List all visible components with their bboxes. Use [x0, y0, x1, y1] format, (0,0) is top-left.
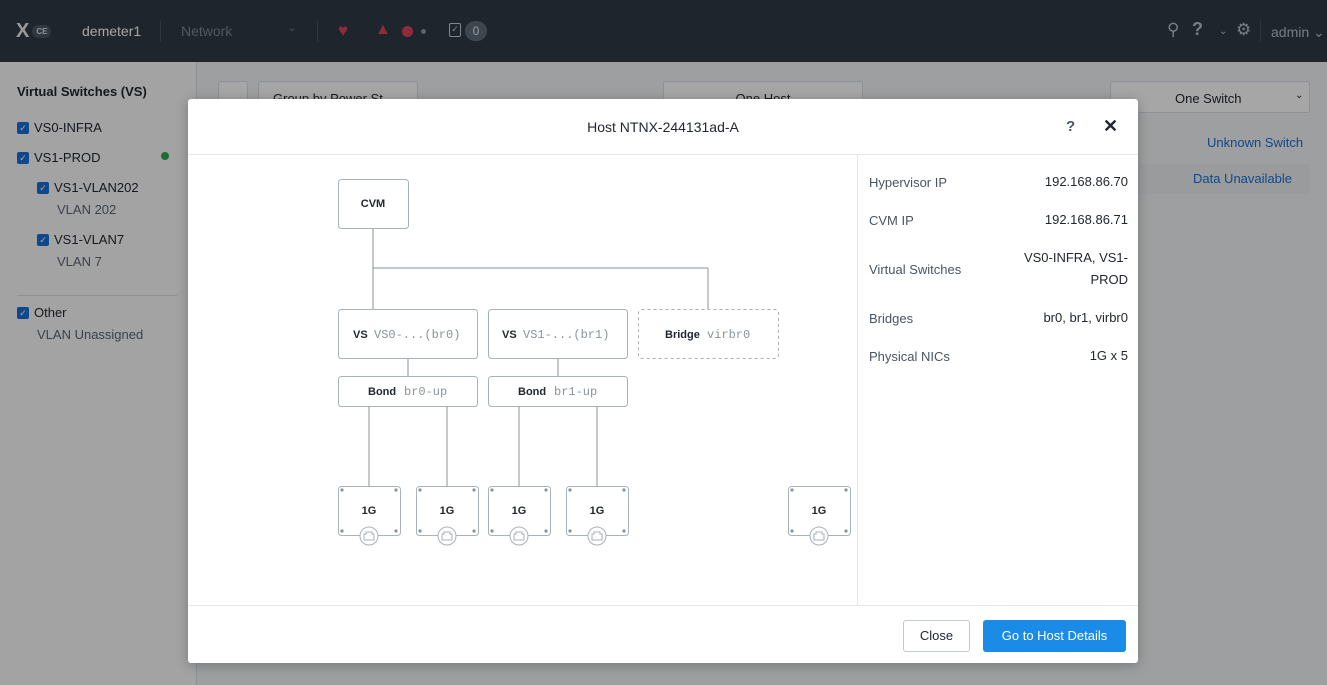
switch-node-vs0[interactable]: VS VS0-...(br0) [338, 309, 478, 359]
nic-speed-label: 1G [590, 505, 605, 517]
physical-nics: 1G 1G 1G 1G 1G [338, 486, 851, 546]
ethernet-port-icon [359, 526, 379, 546]
prop-value-hypervisor-ip: 192.168.86.70 [1044, 174, 1128, 189]
prop-label-bridges: Bridges [869, 311, 914, 326]
modal-header: Host NTNX-244131ad-A ? ✕ [188, 99, 1138, 155]
bridge-node-virbr0[interactable]: Bridge virbr0 [638, 309, 779, 359]
bridge-name-label: virbr0 [707, 328, 750, 342]
close-icon[interactable]: ✕ [1103, 116, 1118, 137]
nic-card[interactable]: 1G [566, 486, 629, 546]
bond-name-label: br0-up [404, 385, 447, 399]
bond-kind-label: Bond [518, 386, 546, 398]
close-button[interactable]: Close [903, 620, 970, 652]
nic-speed-label: 1G [362, 505, 377, 517]
nic-card[interactable]: 1G [488, 486, 551, 546]
cvm-node[interactable]: CVM [338, 179, 409, 229]
ethernet-port-icon [587, 526, 607, 546]
ethernet-port-icon [809, 526, 829, 546]
nic-card[interactable]: 1G [788, 486, 851, 546]
prop-value-physical-nics: 1G x 5 [1089, 348, 1128, 363]
prop-value-virtual-switches: VS0-INFRA, VS1-PROD [1023, 250, 1128, 287]
prop-label-hypervisor-ip: Hypervisor IP [869, 175, 948, 190]
host-network-diagram: CVM VS VS0-...(br0) VS VS1-...(br1) Brid… [188, 155, 857, 605]
nic-speed-label: 1G [440, 505, 455, 517]
bond-name-label: br1-up [554, 385, 597, 399]
host-properties-panel: Hypervisor IP 192.168.86.70 CVM IP 192.1… [857, 155, 1138, 605]
switch-name-label: VS1-...(br1) [523, 328, 609, 342]
switch-kind-label: VS [353, 329, 368, 341]
help-icon[interactable]: ? [1066, 118, 1075, 135]
ethernet-port-icon [437, 526, 457, 546]
ethernet-port-icon [509, 526, 529, 546]
nic-card[interactable]: 1G [338, 486, 401, 546]
switch-kind-label: VS [502, 329, 517, 341]
bond-kind-label: Bond [368, 386, 396, 398]
prop-value-cvm-ip: 192.168.86.71 [1044, 212, 1128, 227]
nic-card[interactable]: 1G [416, 486, 479, 546]
modal-footer: Close Go to Host Details [188, 605, 1138, 663]
go-to-host-details-button[interactable]: Go to Host Details [983, 620, 1126, 652]
nic-speed-label: 1G [812, 505, 827, 517]
prop-value-bridges: br0, br1, virbr0 [1043, 310, 1128, 325]
modal-title: Host NTNX-244131ad-A [587, 119, 739, 135]
bond-node-br1-up[interactable]: Bond br1-up [488, 376, 628, 407]
prop-label-virtual-switches: Virtual Switches [869, 262, 962, 277]
bond-node-br0-up[interactable]: Bond br0-up [338, 376, 478, 407]
bridge-kind-label: Bridge [665, 329, 700, 341]
nic-speed-label: 1G [512, 505, 527, 517]
prop-label-physical-nics: Physical NICs [869, 349, 950, 364]
prop-label-cvm-ip: CVM IP [869, 213, 914, 228]
switch-name-label: VS0-...(br0) [374, 328, 460, 342]
cvm-label: CVM [361, 198, 385, 210]
network-topology-svg: CVM VS VS0-...(br0) VS VS1-...(br1) Brid… [338, 179, 851, 546]
host-details-modal: Host NTNX-244131ad-A ? ✕ CVM VS VS0-...(… [188, 99, 1138, 663]
switch-node-vs1[interactable]: VS VS1-...(br1) [488, 309, 628, 359]
